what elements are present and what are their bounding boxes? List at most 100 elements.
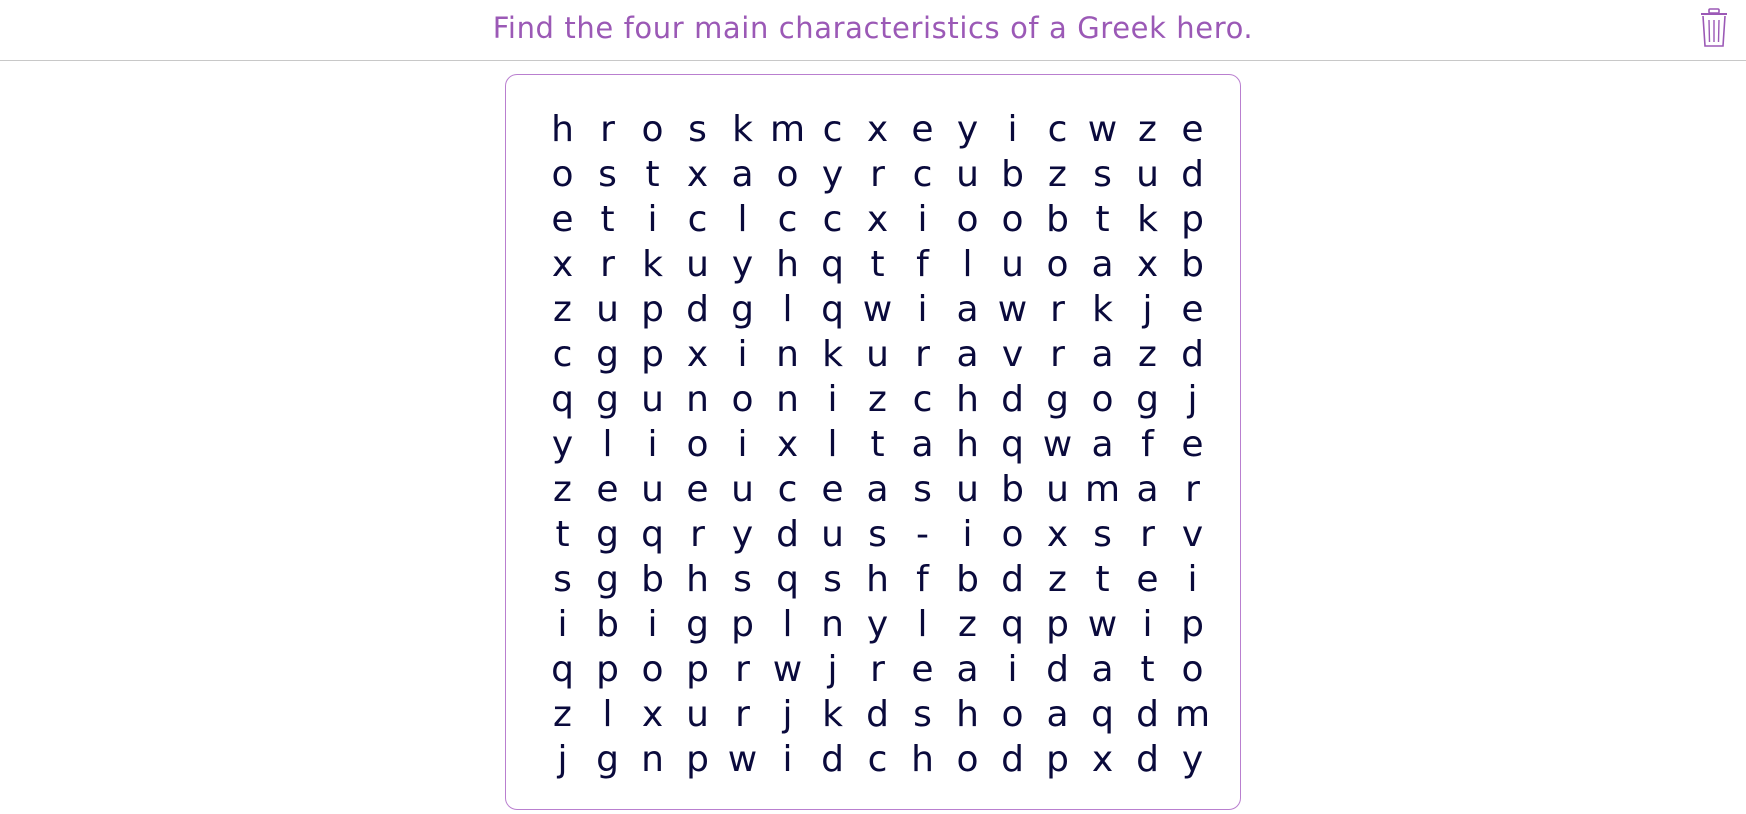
letter-cell[interactable]: m	[1170, 692, 1215, 737]
letter-cell[interactable]: i	[630, 602, 675, 647]
letter-cell[interactable]: n	[675, 377, 720, 422]
letter-cell[interactable]: x	[675, 332, 720, 377]
letter-cell[interactable]: c	[765, 467, 810, 512]
letter-cell[interactable]: b	[990, 467, 1035, 512]
letter-cell[interactable]: u	[990, 242, 1035, 287]
letter-cell[interactable]: z	[1035, 152, 1080, 197]
letter-cell[interactable]: l	[945, 242, 990, 287]
letter-cell[interactable]: y	[720, 512, 765, 557]
letter-cell[interactable]: q	[540, 647, 585, 692]
letter-cell[interactable]: x	[1125, 242, 1170, 287]
letter-cell[interactable]: a	[720, 152, 765, 197]
letter-cell[interactable]: o	[990, 197, 1035, 242]
letter-cell[interactable]: i	[900, 287, 945, 332]
letter-cell[interactable]: g	[585, 557, 630, 602]
letter-cell[interactable]: g	[1125, 377, 1170, 422]
letter-cell[interactable]: z	[540, 467, 585, 512]
letter-cell[interactable]: o	[765, 152, 810, 197]
letter-cell[interactable]: a	[1080, 332, 1125, 377]
letter-cell[interactable]: e	[675, 467, 720, 512]
letter-cell[interactable]: o	[630, 647, 675, 692]
letter-cell[interactable]: a	[900, 422, 945, 467]
letter-cell[interactable]: i	[630, 422, 675, 467]
letter-cell[interactable]: s	[585, 152, 630, 197]
letter-cell[interactable]: v	[1170, 512, 1215, 557]
letter-cell[interactable]: u	[675, 692, 720, 737]
letter-cell[interactable]: s	[1080, 512, 1125, 557]
letter-cell[interactable]: d	[990, 557, 1035, 602]
letter-cell[interactable]: i	[720, 332, 765, 377]
letter-cell[interactable]: l	[900, 602, 945, 647]
letter-cell[interactable]: k	[1080, 287, 1125, 332]
letter-cell[interactable]: d	[1170, 152, 1215, 197]
letter-cell[interactable]: y	[720, 242, 765, 287]
letter-cell[interactable]: d	[1125, 737, 1170, 782]
letter-cell[interactable]: q	[810, 242, 855, 287]
letter-cell[interactable]: t	[855, 422, 900, 467]
letter-cell[interactable]: d	[765, 512, 810, 557]
letter-cell[interactable]: i	[1125, 602, 1170, 647]
letter-cell[interactable]: q	[540, 377, 585, 422]
letter-cell[interactable]: c	[675, 197, 720, 242]
letter-cell[interactable]: p	[630, 332, 675, 377]
letter-cell[interactable]: r	[720, 647, 765, 692]
letter-cell[interactable]: n	[630, 737, 675, 782]
letter-cell[interactable]: s	[855, 512, 900, 557]
letter-cell[interactable]: l	[585, 422, 630, 467]
letter-cell[interactable]: r	[855, 647, 900, 692]
letter-cell[interactable]: n	[765, 332, 810, 377]
letter-cell[interactable]: -	[900, 512, 945, 557]
letter-cell[interactable]: e	[1170, 107, 1215, 152]
letter-cell[interactable]: w	[1080, 602, 1125, 647]
trash-icon[interactable]	[1700, 8, 1728, 48]
letter-cell[interactable]: s	[675, 107, 720, 152]
letter-cell[interactable]: a	[945, 332, 990, 377]
letter-cell[interactable]: c	[900, 152, 945, 197]
letter-cell[interactable]: t	[540, 512, 585, 557]
letter-cell[interactable]: e	[1170, 287, 1215, 332]
letter-cell[interactable]: j	[1170, 377, 1215, 422]
letter-cell[interactable]: y	[855, 602, 900, 647]
letter-cell[interactable]: u	[720, 467, 765, 512]
letter-cell[interactable]: x	[855, 107, 900, 152]
letter-cell[interactable]: o	[1035, 242, 1080, 287]
letter-cell[interactable]: r	[1170, 467, 1215, 512]
letter-cell[interactable]: d	[675, 287, 720, 332]
letter-cell[interactable]: y	[945, 107, 990, 152]
letter-cell[interactable]: l	[810, 422, 855, 467]
letter-cell[interactable]: h	[945, 692, 990, 737]
letter-cell[interactable]: c	[810, 197, 855, 242]
letter-cell[interactable]: x	[855, 197, 900, 242]
letter-cell[interactable]: i	[810, 377, 855, 422]
letter-cell[interactable]: u	[855, 332, 900, 377]
letter-cell[interactable]: z	[855, 377, 900, 422]
letter-cell[interactable]: r	[900, 332, 945, 377]
letter-cell[interactable]: o	[990, 692, 1035, 737]
letter-cell[interactable]: g	[585, 512, 630, 557]
letter-cell[interactable]: r	[675, 512, 720, 557]
letter-cell[interactable]: u	[1125, 152, 1170, 197]
letter-cell[interactable]: u	[675, 242, 720, 287]
letter-cell[interactable]: p	[675, 737, 720, 782]
letter-cell[interactable]: h	[540, 107, 585, 152]
letter-cell[interactable]: f	[900, 557, 945, 602]
letter-cell[interactable]: x	[540, 242, 585, 287]
letter-cell[interactable]: x	[675, 152, 720, 197]
letter-cell[interactable]: i	[540, 602, 585, 647]
letter-cell[interactable]: u	[810, 512, 855, 557]
letter-cell[interactable]: r	[720, 692, 765, 737]
letter-cell[interactable]: w	[855, 287, 900, 332]
letter-cell[interactable]: k	[1125, 197, 1170, 242]
letter-cell[interactable]: y	[1170, 737, 1215, 782]
letter-cell[interactable]: y	[540, 422, 585, 467]
letter-cell[interactable]: w	[720, 737, 765, 782]
letter-cell[interactable]: b	[630, 557, 675, 602]
letter-cell[interactable]: z	[540, 287, 585, 332]
letter-cell[interactable]: y	[810, 152, 855, 197]
letter-cell[interactable]: e	[1125, 557, 1170, 602]
letter-cell[interactable]: a	[855, 467, 900, 512]
letter-cell[interactable]: r	[585, 107, 630, 152]
letter-cell[interactable]: u	[1035, 467, 1080, 512]
letter-cell[interactable]: o	[540, 152, 585, 197]
letter-cell[interactable]: u	[630, 467, 675, 512]
